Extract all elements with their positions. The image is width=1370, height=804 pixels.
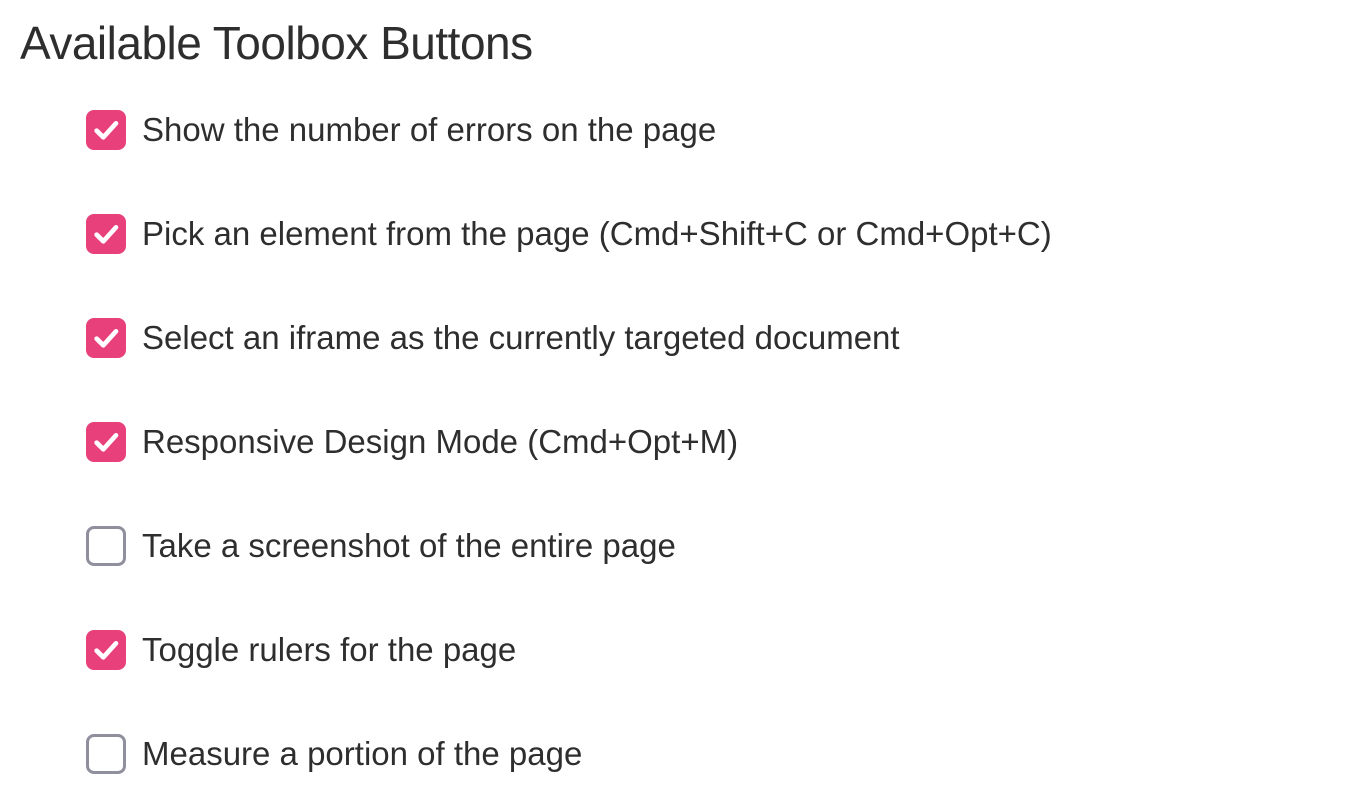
check-icon	[90, 426, 122, 458]
option-pick-element: Pick an element from the page (Cmd+Shift…	[86, 214, 1350, 254]
option-label: Toggle rulers for the page	[142, 630, 516, 670]
option-show-errors: Show the number of errors on the page	[86, 110, 1350, 150]
checkbox-responsive-design[interactable]	[86, 422, 126, 462]
check-icon	[90, 218, 122, 250]
option-toggle-rulers: Toggle rulers for the page	[86, 630, 1350, 670]
checkbox-pick-element[interactable]	[86, 214, 126, 254]
check-icon	[90, 634, 122, 666]
option-label: Pick an element from the page (Cmd+Shift…	[142, 214, 1052, 254]
section-heading: Available Toolbox Buttons	[20, 16, 1350, 70]
checkbox-show-errors[interactable]	[86, 110, 126, 150]
option-select-iframe: Select an iframe as the currently target…	[86, 318, 1350, 358]
checkbox-select-iframe[interactable]	[86, 318, 126, 358]
checkbox-screenshot[interactable]	[86, 526, 126, 566]
option-measure: Measure a portion of the page	[86, 734, 1350, 774]
checkbox-measure[interactable]	[86, 734, 126, 774]
toolbox-options-list: Show the number of errors on the page Pi…	[20, 110, 1350, 774]
option-label: Responsive Design Mode (Cmd+Opt+M)	[142, 422, 738, 462]
option-label: Show the number of errors on the page	[142, 110, 716, 150]
option-label: Measure a portion of the page	[142, 734, 582, 774]
option-responsive-design: Responsive Design Mode (Cmd+Opt+M)	[86, 422, 1350, 462]
check-icon	[90, 114, 122, 146]
check-icon	[90, 322, 122, 354]
option-screenshot: Take a screenshot of the entire page	[86, 526, 1350, 566]
checkbox-toggle-rulers[interactable]	[86, 630, 126, 670]
option-label: Select an iframe as the currently target…	[142, 318, 900, 358]
option-label: Take a screenshot of the entire page	[142, 526, 676, 566]
